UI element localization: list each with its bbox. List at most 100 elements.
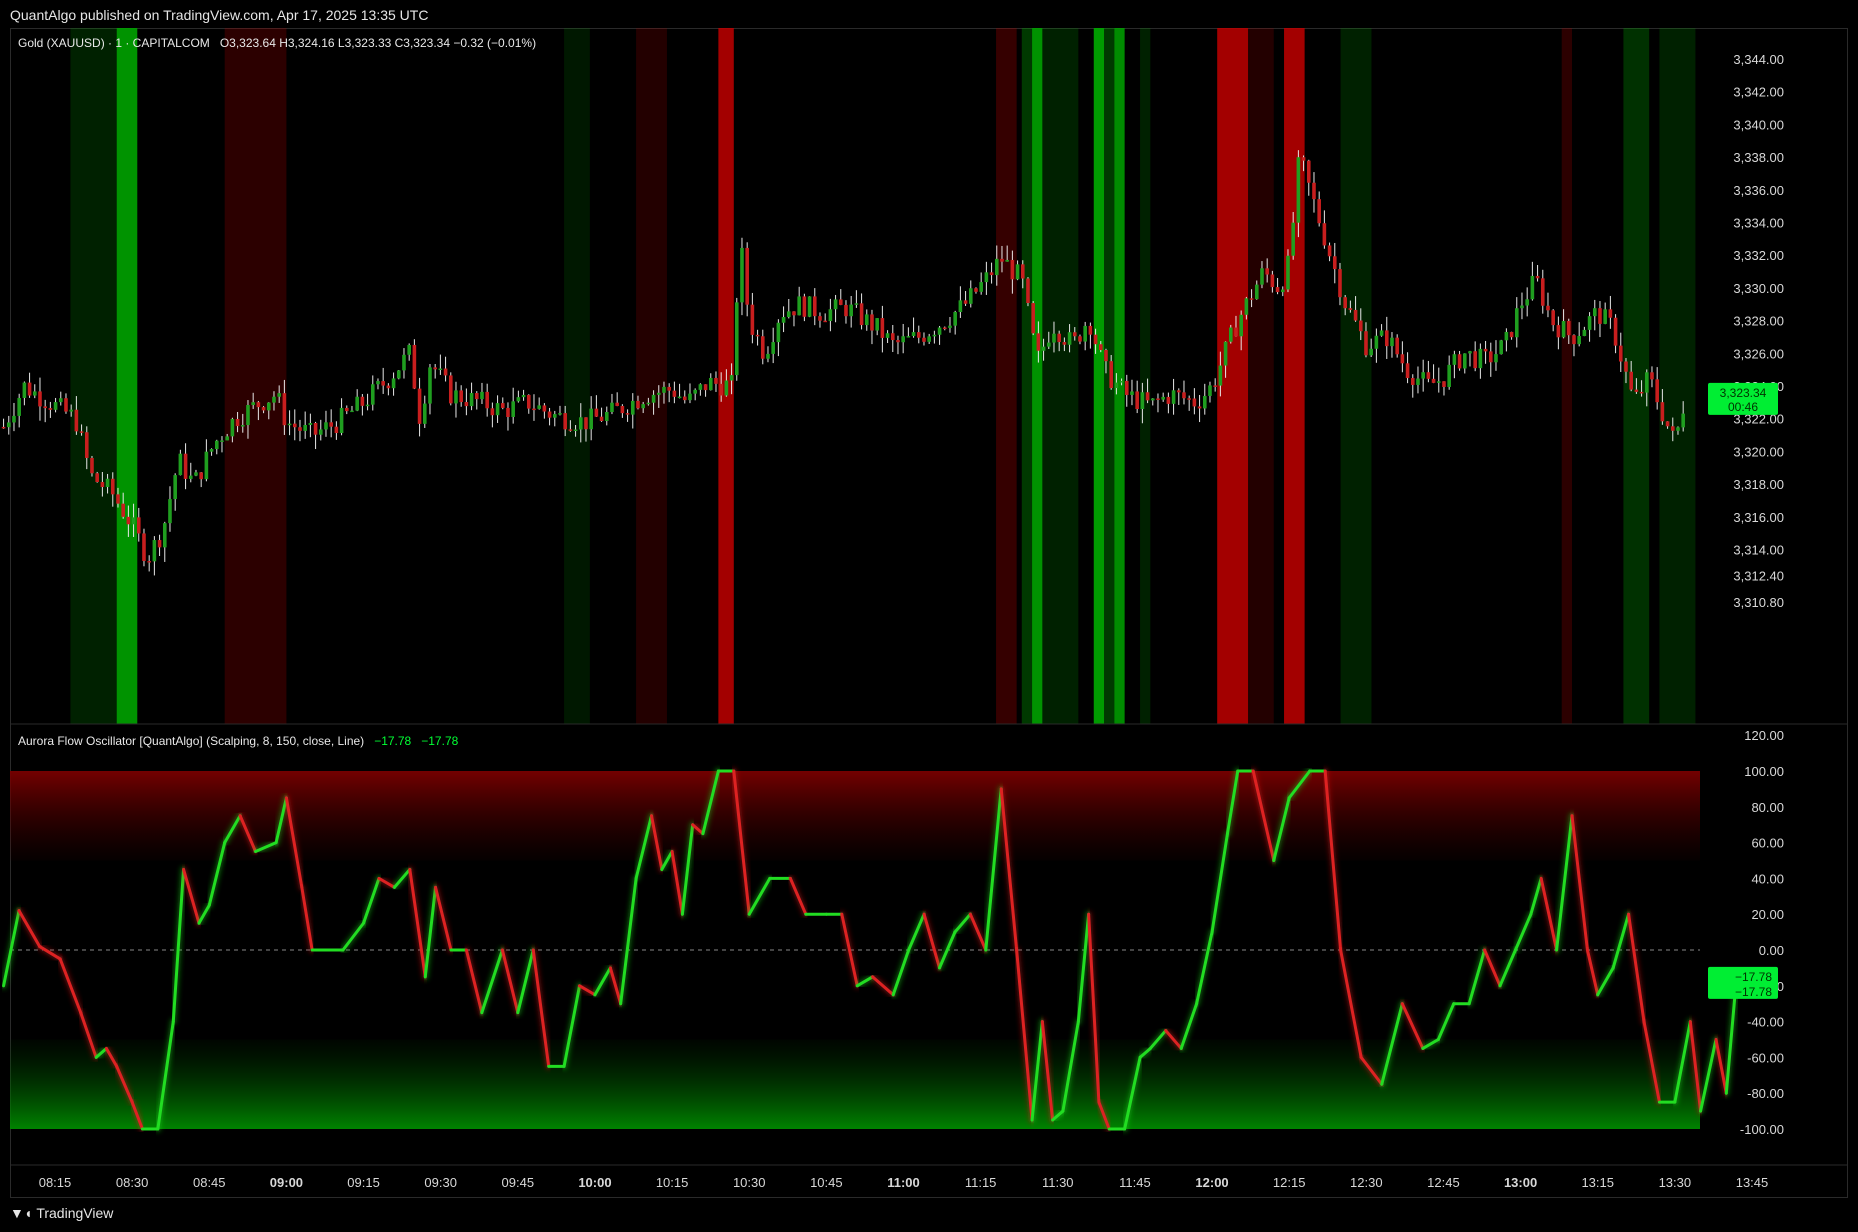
candle-body [854, 303, 859, 305]
oscillator-legend[interactable]: Aurora Flow Oscillator [QuantAlgo] (Scal… [18, 734, 458, 748]
signal-band [224, 28, 287, 724]
candle-body [1260, 268, 1264, 285]
candle-body [1416, 378, 1420, 385]
candle-body [1078, 336, 1082, 342]
price-tick-label: 3,318.00 [1733, 477, 1784, 492]
oscillator-segment [500, 948, 520, 1015]
candle-body [1338, 269, 1342, 298]
candle-body [1270, 274, 1275, 288]
candle-body [69, 409, 73, 412]
candle-body [1, 426, 6, 429]
candle-body [1020, 264, 1025, 279]
candle-body [589, 408, 593, 430]
candle-body [1213, 385, 1217, 387]
candle-body [1041, 346, 1046, 351]
candle-body [204, 451, 209, 480]
chart-canvas[interactable]: 3,344.00 3,342.00 3,340.00 3,338.00 3,336.00… [0, 0, 1858, 1232]
candle-body [849, 304, 853, 317]
candle-body [79, 431, 84, 433]
candle-body [558, 413, 562, 415]
candle-body [615, 402, 619, 406]
candle-body [1130, 391, 1134, 395]
oscillator-segment [1483, 948, 1502, 988]
candle-body [750, 304, 755, 335]
time-tick-label: 13:45 [1736, 1175, 1769, 1190]
candle-body [760, 336, 765, 359]
candle-body [1322, 223, 1327, 246]
candle-body [1036, 333, 1041, 351]
oscillator-segment [1699, 1038, 1718, 1113]
candle-body [1280, 289, 1285, 293]
candle-body [974, 288, 978, 292]
candle-body [417, 388, 422, 424]
candle-body [1613, 317, 1618, 346]
candle-body [599, 416, 604, 421]
candle-body [402, 354, 406, 371]
candle-body [1208, 385, 1212, 396]
oscillator-segment [516, 948, 535, 1015]
candle-body [490, 408, 495, 416]
oscillator-segment [362, 876, 381, 925]
time-tick-label: 10:30 [733, 1175, 766, 1190]
candle-body [1291, 222, 1295, 256]
symbol-label[interactable]: Gold (XAUUSD) · 1 · CAPITALCOM [18, 36, 210, 50]
oscillator-tick-label: -80.00 [1747, 1086, 1784, 1101]
candle-body [131, 517, 136, 525]
candle-body [1509, 331, 1514, 338]
brand-label: TradingView [36, 1205, 114, 1221]
candle-body [17, 397, 21, 416]
candle-body [136, 517, 141, 534]
oscillator-value-2: −17.78 [421, 734, 459, 748]
candle-body [1062, 342, 1067, 345]
candle-body [1447, 364, 1451, 387]
candle-body [1145, 392, 1150, 401]
oscillator-name[interactable]: Aurora Flow Oscillator [QuantAlgo] (Scal… [18, 734, 364, 748]
candle-body [932, 334, 937, 337]
oscillator-segment [1436, 1002, 1456, 1041]
candle-body [1031, 303, 1035, 334]
candle-body [729, 375, 734, 381]
price-legend[interactable]: Gold (XAUUSD) · 1 · CAPITALCOM O3,323.64… [18, 36, 536, 50]
candle-body [766, 353, 770, 359]
candle-body [464, 402, 469, 407]
candle-body [1639, 391, 1644, 394]
candle-body [1660, 402, 1665, 422]
time-tick-label: 11:30 [1042, 1175, 1074, 1190]
candle-body [1551, 310, 1555, 326]
candle-body [1582, 329, 1587, 337]
candle-body [968, 288, 973, 304]
footer-brand[interactable]: ▼◖ TradingView [10, 1205, 113, 1227]
candle-body [511, 401, 515, 417]
price-tick-label: 3,342.00 [1733, 85, 1784, 100]
candle-body [485, 391, 489, 409]
candle-body [927, 336, 931, 342]
oscillator-segment [423, 885, 438, 979]
candle-body [942, 327, 947, 330]
candle-body [1114, 382, 1119, 389]
oscillator-segment [38, 944, 62, 961]
candle-body [1088, 325, 1093, 335]
candle-body [776, 322, 781, 343]
candle-body [272, 396, 276, 403]
candle-body [526, 394, 531, 409]
candle-body [1499, 340, 1503, 355]
oscillator-tick-label: 60.00 [1751, 836, 1784, 851]
candle-body [698, 384, 703, 390]
oscillator-segment [408, 867, 427, 979]
candle-body [1197, 406, 1202, 409]
candle-body [95, 473, 99, 483]
candle-body [896, 340, 900, 343]
candle-body [1421, 372, 1425, 379]
oscillator-segment [300, 885, 314, 952]
candle-body [885, 333, 890, 338]
candle-body [797, 296, 801, 316]
candle-body [329, 422, 333, 427]
candle-body [22, 382, 27, 398]
candle-body [1317, 199, 1321, 224]
time-axis[interactable]: 08:15 08:30 08:45 09:00 09:15 09:30 09:45 10:00… [39, 1175, 1769, 1190]
candle-body [1244, 298, 1249, 315]
candle-body [412, 344, 417, 389]
signal-bands [70, 28, 1696, 724]
signal-band [564, 28, 590, 724]
candle-body [568, 429, 573, 431]
